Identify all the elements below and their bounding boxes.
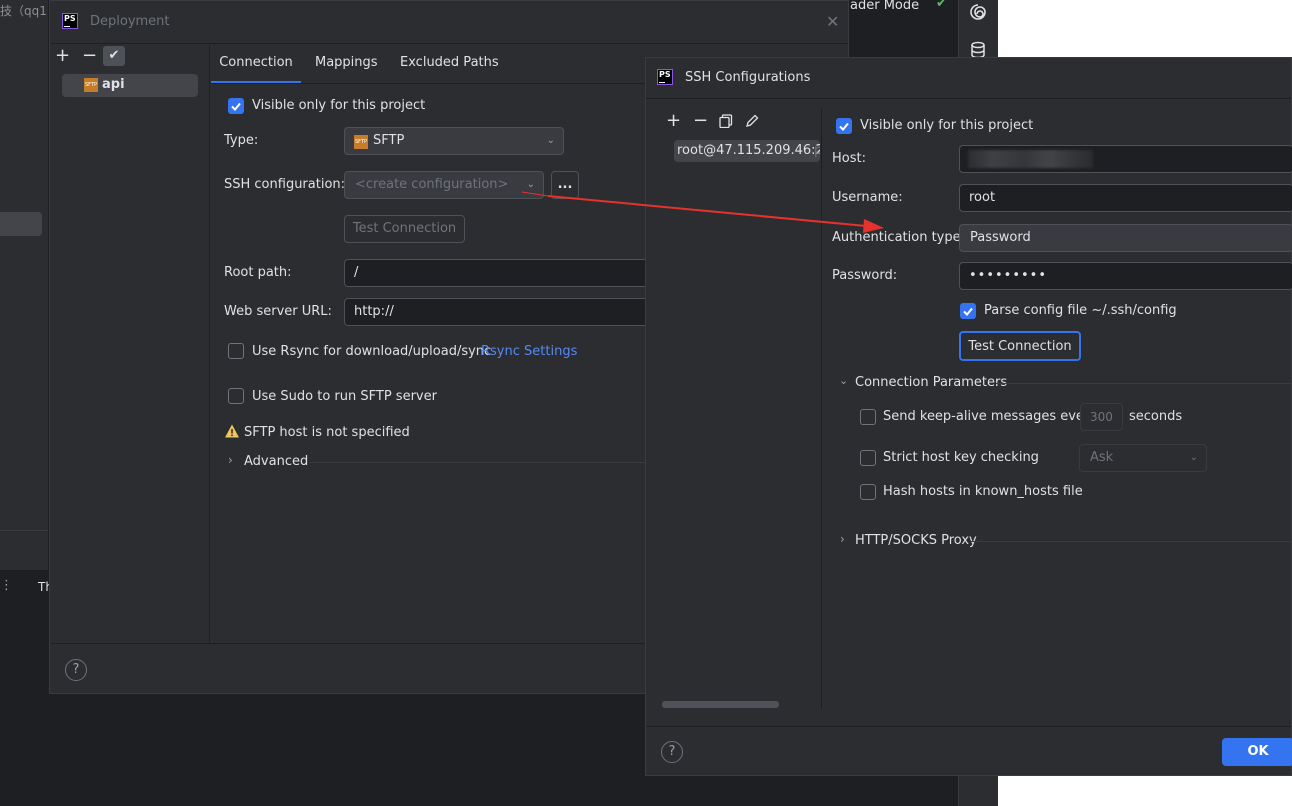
annotation-arrow: [521, 191, 884, 233]
